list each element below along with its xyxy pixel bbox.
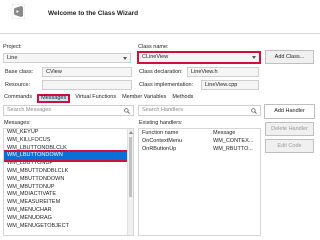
- class-declaration-value: LineView.h: [191, 69, 218, 75]
- project-combobox[interactable]: Line: [3, 53, 131, 63]
- tab-member-variables[interactable]: Member Variables: [121, 94, 167, 103]
- list-item[interactable]: WM_MENUGETOBJECT: [4, 223, 133, 231]
- tab-virtual-functions[interactable]: Virtual Functions: [74, 94, 117, 103]
- project-value: Line: [7, 55, 18, 61]
- delete-handler-button[interactable]: Delete Handler: [265, 122, 314, 136]
- add-class-button[interactable]: Add Class...: [265, 50, 314, 64]
- handlers-list[interactable]: Function name Message OnContextMenu WM_C…: [138, 128, 261, 236]
- resource-label: Resource:: [5, 82, 31, 88]
- class-name-combobox[interactable]: CLineView: [137, 51, 261, 64]
- class-implementation-field[interactable]: LineView.cpp: [201, 80, 259, 90]
- handler-function-name: OnRButtonUp: [142, 146, 177, 152]
- wizard-tabs: Commands Messages Virtual Functions Memb…: [3, 94, 194, 103]
- list-item[interactable]: WM_MENUDRAG: [4, 215, 133, 223]
- tab-commands[interactable]: Commands: [3, 94, 33, 103]
- base-class-label: Base class:: [5, 69, 34, 75]
- project-label: Project:: [3, 44, 22, 50]
- resource-field[interactable]: [42, 80, 132, 90]
- handler-function-name: OnContextMenu: [142, 138, 183, 144]
- column-header-message[interactable]: Message: [213, 129, 253, 137]
- list-item[interactable]: WM_MBUTTONUP: [4, 184, 133, 192]
- add-handler-button[interactable]: Add Handler: [264, 104, 315, 119]
- class-declaration-label: Class declaration:: [139, 69, 183, 75]
- search-messages-placeholder: Search Messages: [7, 107, 52, 113]
- messages-label: Messages:: [4, 120, 31, 126]
- base-class-field[interactable]: CView: [42, 67, 132, 77]
- visual-studio-logo-icon: [12, 4, 25, 19]
- messages-list[interactable]: WM_KEYUP WM_KILLFOCUS WM_LBUTTONDBLCLK W…: [3, 128, 134, 236]
- edit-code-button[interactable]: Edit Code: [265, 139, 314, 153]
- handler-message: WM_CONTEX...: [213, 138, 254, 144]
- class-implementation-value: LineView.cpp: [205, 82, 238, 88]
- class-name-label: Class name:: [138, 44, 169, 50]
- messages-scrollbar[interactable]: [127, 129, 133, 235]
- class-name-value: CLineView: [142, 54, 169, 60]
- search-icon: [124, 108, 130, 114]
- list-item-selected[interactable]: WM_LBUTTONDOWN: [4, 150, 133, 163]
- list-item[interactable]: WM_MENUCHAR: [4, 207, 133, 215]
- list-item[interactable]: WM_MBUTTONDBLCLK: [4, 168, 133, 176]
- handler-message: WM_RBUTTO...: [213, 146, 253, 152]
- scrollbar-thumb[interactable]: [129, 137, 132, 197]
- base-class-value: CView: [46, 69, 62, 75]
- table-row[interactable]: OnContextMenu WM_CONTEX...: [139, 137, 260, 145]
- tab-messages[interactable]: Messages: [37, 94, 71, 103]
- table-row[interactable]: OnRButtonUp WM_RBUTTO...: [139, 145, 260, 153]
- search-handlers-input[interactable]: Search Handlers: [138, 105, 261, 116]
- column-header-function-name[interactable]: Function name: [139, 129, 213, 137]
- search-handlers-placeholder: Search Handlers: [142, 107, 183, 113]
- list-item[interactable]: WM_LBUTTONDBLCLK: [4, 145, 133, 153]
- wizard-title: Welcome to the Class Wizard: [48, 10, 139, 17]
- scroll-up-icon[interactable]: [129, 131, 133, 134]
- list-item[interactable]: WM_MEASUREITEM: [4, 199, 133, 207]
- handlers-header-row: Function name Message: [139, 129, 260, 137]
- search-messages-input[interactable]: Search Messages: [3, 105, 134, 116]
- existing-handlers-label: Existing handlers:: [139, 120, 183, 126]
- list-item[interactable]: WM_MBUTTONDOWN: [4, 176, 133, 184]
- class-implementation-label: Class implementation:: [139, 82, 194, 88]
- list-item[interactable]: WM_MDIACTIVATE: [4, 191, 133, 199]
- class-declaration-field[interactable]: LineView.h: [187, 67, 259, 77]
- list-item[interactable]: WM_LBUTTONUP: [4, 160, 133, 168]
- list-item[interactable]: WM_KILLFOCUS: [4, 137, 133, 145]
- wizard-header: [0, 0, 320, 34]
- search-icon: [251, 108, 257, 114]
- list-item[interactable]: WM_KEYUP: [4, 129, 133, 137]
- tab-methods[interactable]: Methods: [171, 94, 194, 103]
